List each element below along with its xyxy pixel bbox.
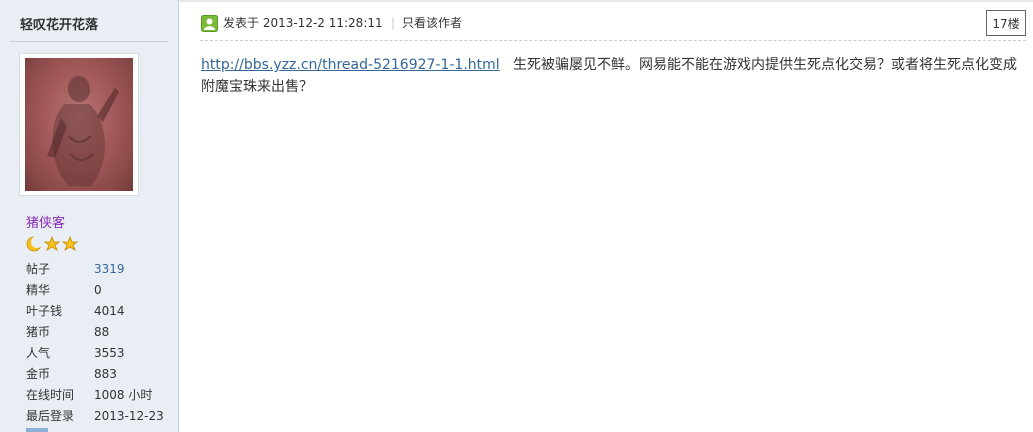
thread-link[interactable]: http://bbs.yzz.cn/thread-5216927-1-1.htm… [201,57,500,73]
post-divider [200,40,1026,41]
divider [10,41,168,42]
stat-row-digest: 精华 0 [26,280,164,301]
stat-row-gold: 金币 883 [26,364,164,385]
post-timestamp: 发表于 2013-12-2 11:28:11 [223,16,383,30]
avatar-image [25,58,133,191]
stat-row-pig-coin: 猪币 88 [26,322,164,343]
username[interactable]: 轻叹花开花落 [20,14,98,33]
floor-number[interactable]: 17楼 [986,10,1026,36]
stat-value: 88 [94,325,110,339]
rank-icons [26,235,80,253]
separator: | [391,16,396,30]
stat-label: 金币 [26,367,51,381]
stat-value: 883 [94,367,117,381]
sidebar-bottom-icon[interactable] [26,428,48,432]
user-sidebar: 轻叹花开花落 猪侠客 帖子 3319 精华 0 叶子钱 4014 猪币 88 人… [0,0,179,432]
moon-icon [26,236,43,252]
user-stats: 帖子 3319 精华 0 叶子钱 4014 猪币 88 人气 3553 金币 8… [26,259,164,427]
stat-label: 帖子 [26,262,51,276]
stat-label: 猪币 [26,325,51,339]
stat-row-posts: 帖子 3319 [26,259,164,280]
stat-value: 0 [94,283,102,297]
star-icon [43,235,61,251]
stat-label: 叶子钱 [26,304,63,318]
stat-label: 在线时间 [26,388,75,402]
avatar[interactable] [19,53,139,196]
star-icon [61,235,79,251]
only-author-link[interactable]: 只看该作者 [402,15,462,32]
stat-label: 人气 [26,346,51,360]
stat-label: 精华 [26,283,51,297]
user-group[interactable]: 猪侠客 [26,212,65,231]
stat-value: 3553 [94,346,125,360]
stat-value-posts[interactable]: 3319 [94,259,125,280]
online-status-icon [201,15,218,32]
stat-row-online-time: 在线时间 1008 小时 [26,385,164,406]
stat-label: 最后登录 [26,409,75,423]
post-content: http://bbs.yzz.cn/thread-5216927-1-1.htm… [201,54,1027,98]
stat-value: 4014 [94,304,125,318]
stat-value: 1008 小时 [94,388,153,402]
stat-row-leaf-money: 叶子钱 4014 [26,301,164,322]
stat-row-popularity: 人气 3553 [26,343,164,364]
stat-row-last-login: 最后登录 2013-12-23 [26,406,164,427]
stat-value: 2013-12-23 [94,409,164,423]
